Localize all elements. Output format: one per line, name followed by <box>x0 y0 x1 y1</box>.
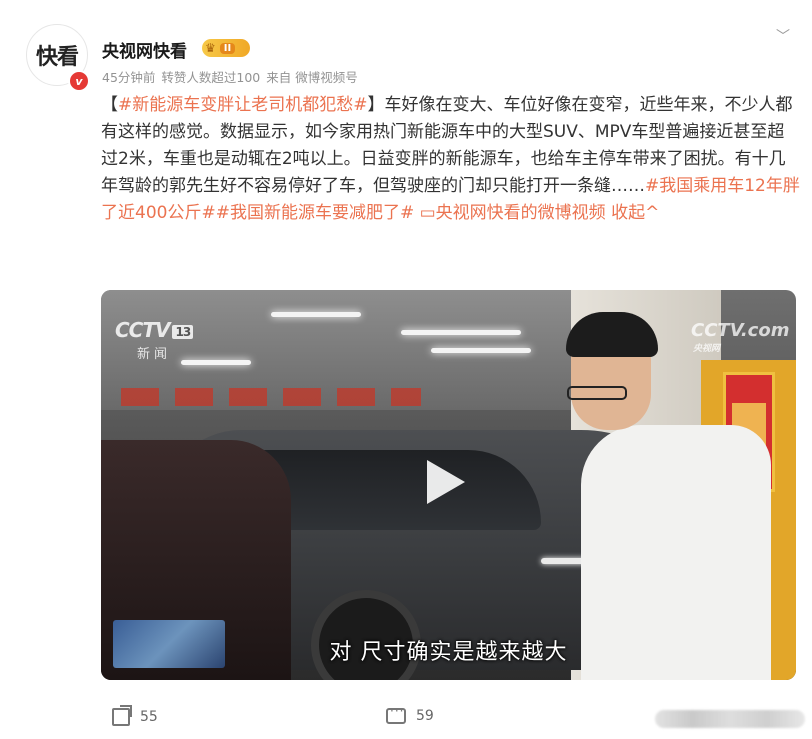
level-text: II <box>219 42 236 54</box>
avatar-text: 快看 <box>35 45 79 70</box>
ceiling-lamp <box>431 348 531 353</box>
post-meta: 45分钟前 转赞人数超过100 来自 微博视频号 <box>102 67 358 86</box>
comment-count: 59 <box>416 708 434 724</box>
level-badge[interactable]: ♛ II <box>202 39 250 57</box>
reposts-note: 转赞人数超过100 <box>161 70 261 85</box>
comment-button[interactable]: 59 <box>386 704 434 724</box>
cctv-com-small: 央视网 <box>693 344 721 354</box>
topic-link[interactable]: #我国新能源车要减肥了# <box>216 203 415 223</box>
parking-signs <box>121 388 421 406</box>
ceiling-lamp <box>401 330 521 335</box>
post-source[interactable]: 来自 微博视频号 <box>266 67 357 86</box>
bracket-close: 】 <box>367 95 385 115</box>
chevron-down-icon[interactable]: ﹀ <box>776 26 790 46</box>
share-count: 55 <box>140 709 158 725</box>
cctv-logo-text: CCTV <box>115 318 170 342</box>
verified-badge-icon: v <box>68 70 90 92</box>
ceiling-lamp <box>271 312 361 317</box>
cctv-com-text: CCTV.com <box>691 320 790 341</box>
man-glasses <box>567 386 627 400</box>
cctv13-logo: CCTV 13 <box>115 318 194 342</box>
like-area-blurred[interactable] <box>655 710 805 728</box>
share-icon <box>112 705 132 726</box>
video-player[interactable]: CCTV 13 新闻 CCTV.com 央视网 对 尺寸确实是越来越大 <box>101 290 796 680</box>
cctv-com-logo: CCTV.com 央视网 <box>691 320 796 362</box>
author-name[interactable]: 央视网快看 <box>102 37 187 62</box>
post-text: 【#新能源车变胖让老司机都犯愁#】车好像在变大、车位好像在变窄，近些年来，不少人… <box>101 92 801 227</box>
cctv-news-label: 新闻 <box>137 347 172 362</box>
bracket-open: 【 <box>101 95 118 115</box>
comment-icon <box>386 704 406 724</box>
play-icon[interactable] <box>427 460 465 504</box>
topic-link[interactable]: #新能源车变胖让老司机都犯愁# <box>118 95 368 115</box>
collapse-link[interactable]: 收起^ <box>611 203 659 223</box>
ceiling-lamp <box>181 360 251 365</box>
post-footer: 55 59 <box>0 700 812 739</box>
video-link[interactable]: ▭央视网快看的微博视频 <box>420 203 606 223</box>
crown-icon: ♛ <box>205 41 216 55</box>
cctv-channel: 13 <box>172 324 194 339</box>
post-time[interactable]: 45分钟前 <box>102 67 155 86</box>
weibo-post-card: 快看 v 央视网快看 ♛ II ﹀ 45分钟前 转赞人数超过100 来自 微博视… <box>0 0 812 739</box>
video-subtitle: 对 尺寸确实是越来越大 <box>329 640 568 665</box>
share-button[interactable]: 55 <box>112 705 158 726</box>
